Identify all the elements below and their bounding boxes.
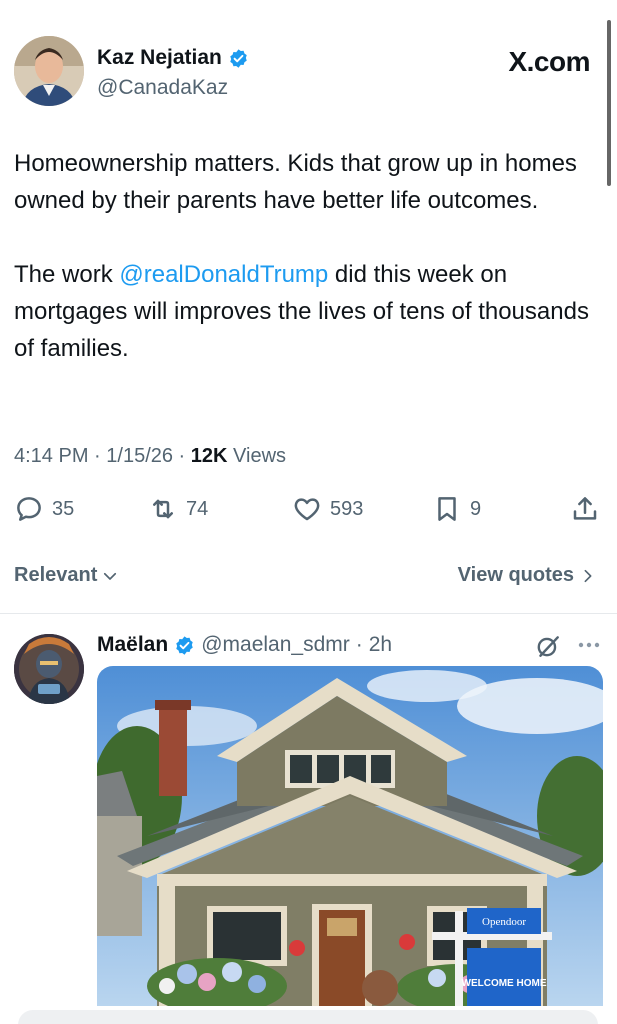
reply-count: 35 xyxy=(52,497,75,520)
reply-time[interactable]: 2h xyxy=(369,633,392,657)
tweet-date[interactable]: 1/15/26 xyxy=(106,445,173,467)
view-quotes-label: View quotes xyxy=(457,564,574,586)
view-quotes-link[interactable]: View quotes xyxy=(458,564,596,587)
site-label: X.com xyxy=(508,46,590,77)
tweet-text: Homeownership matters. Kids that grow up… xyxy=(14,145,594,367)
tweet-paragraph-1: Homeownership matters. Kids that grow up… xyxy=(14,150,577,214)
more-icon[interactable] xyxy=(578,641,600,649)
sort-label: Relevant xyxy=(14,564,98,586)
reply-icon xyxy=(17,497,41,521)
reply-button[interactable]: 35 xyxy=(14,494,74,524)
grok-icon[interactable] xyxy=(535,633,561,659)
heart-icon xyxy=(294,498,320,521)
like-button[interactable]: 593 xyxy=(292,494,363,524)
author-handle[interactable]: @CanadaKaz xyxy=(97,76,228,100)
sign-top-text: Opendoor xyxy=(482,916,526,928)
author-name-row[interactable]: Kaz Nejatian xyxy=(97,46,249,70)
tweet-paragraph-2: The work @realDonaldTrump did this week … xyxy=(14,256,594,367)
chevron-down-icon xyxy=(104,572,117,580)
share-button[interactable] xyxy=(570,494,600,524)
author-name[interactable]: Kaz Nejatian xyxy=(97,46,222,70)
bookmark-count: 9 xyxy=(470,497,482,520)
sort-dropdown[interactable]: Relevant xyxy=(14,564,119,587)
verified-badge-icon xyxy=(176,635,193,655)
reply-author-name[interactable]: Maëlan xyxy=(97,633,168,657)
reply-media-image[interactable]: Opendoor WELCOME HOME xyxy=(97,666,603,1006)
reply-separator: · xyxy=(355,633,363,656)
tweet-meta: 4:14 PM · 1/15/26 · 12K Views xyxy=(14,445,287,467)
divider xyxy=(0,613,617,614)
repost-count: 74 xyxy=(186,497,209,520)
like-count: 593 xyxy=(330,497,364,520)
mention-link[interactable]: @realDonaldTrump xyxy=(119,261,328,288)
bookmark-button[interactable]: 9 xyxy=(432,494,481,524)
views-count: 12K xyxy=(190,445,228,467)
tweet-text-before-mention: The work xyxy=(14,261,120,288)
scrollbar[interactable] xyxy=(607,20,611,186)
action-bar: 35 74 593 9 xyxy=(14,494,604,530)
author-avatar[interactable] xyxy=(14,36,84,106)
bookmark-icon xyxy=(438,497,456,521)
tweet-time[interactable]: 4:14 PM xyxy=(14,445,88,467)
repost-icon xyxy=(153,499,173,519)
verified-badge-icon xyxy=(230,48,247,68)
repost-button[interactable]: 74 xyxy=(148,494,208,524)
reply-composer-bar[interactable] xyxy=(18,1010,598,1024)
sign-bottom-text: WELCOME HOME xyxy=(462,978,547,989)
reply-author-handle[interactable]: @maelan_sdmr xyxy=(201,633,350,657)
share-icon xyxy=(573,497,597,520)
reply-header: Maëlan @maelan_sdmr · 2h xyxy=(97,633,392,657)
chevron-right-icon xyxy=(584,569,592,582)
reply-avatar[interactable] xyxy=(14,634,84,704)
views-label: Views xyxy=(233,445,287,467)
